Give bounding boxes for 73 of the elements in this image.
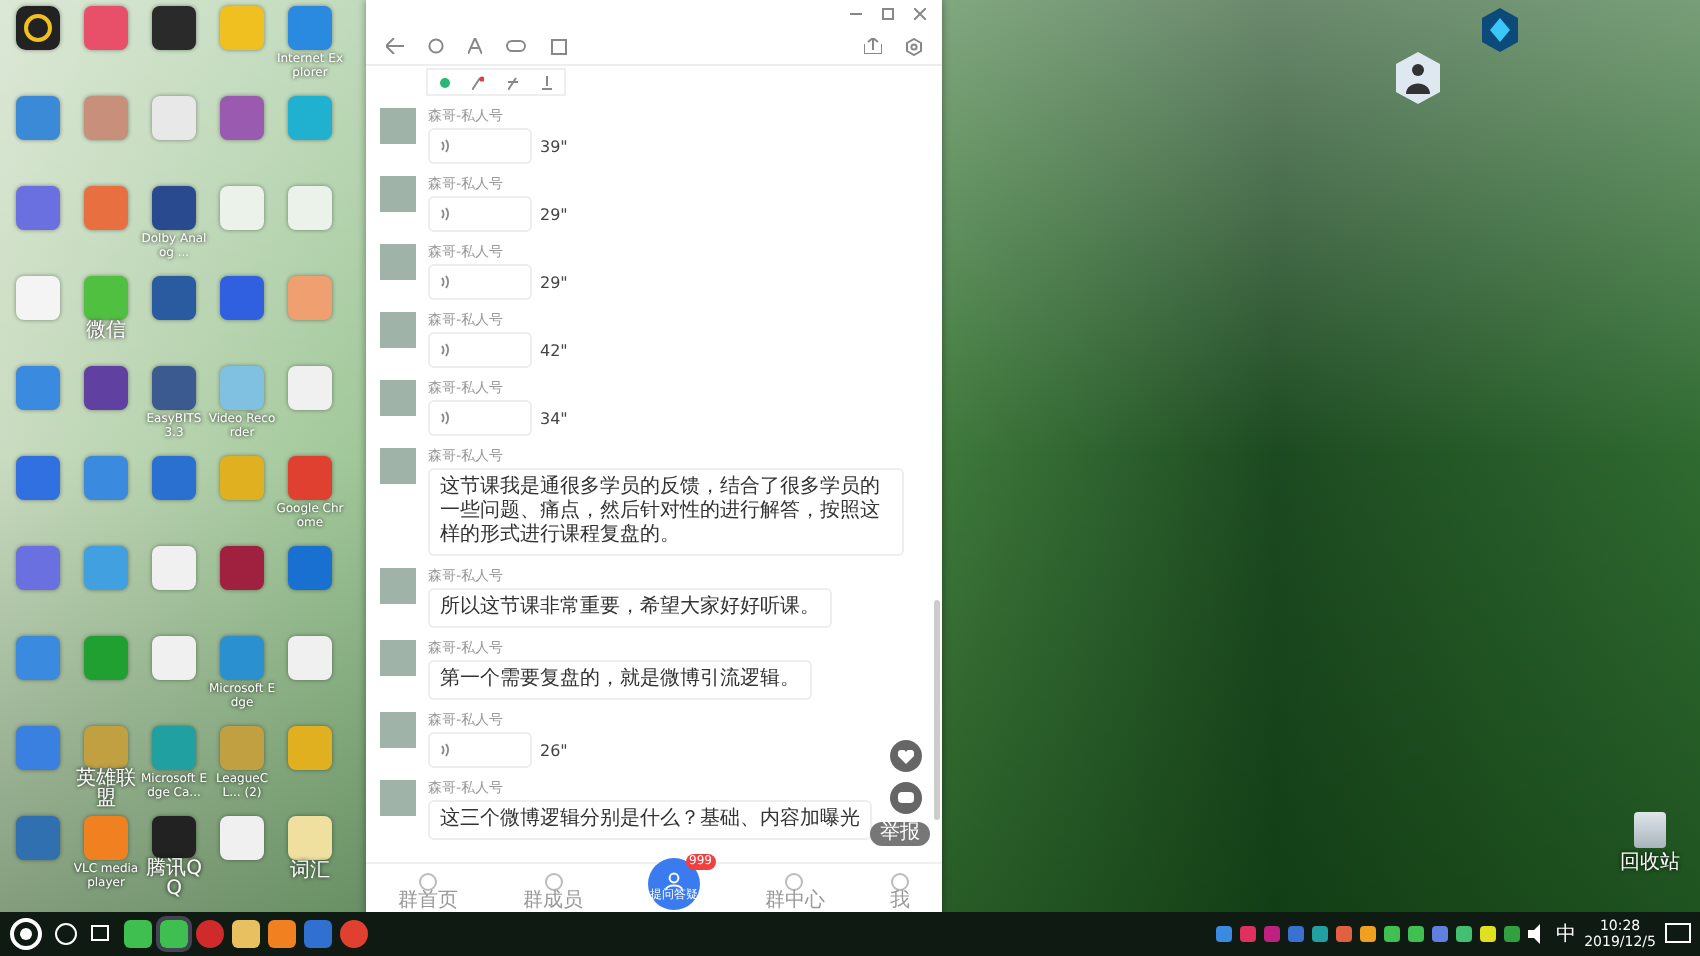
avatar-placeholder	[380, 244, 416, 280]
recycle-bin-icon[interactable]	[1634, 812, 1666, 848]
avatar-placeholder	[380, 108, 416, 144]
message-bubble: 第一个需要复盘的，就是微博引流逻辑。	[428, 660, 812, 700]
app-icon[interactable]	[220, 816, 264, 860]
voice-duration: 29"	[540, 205, 568, 223]
chat-app-icon[interactable]	[124, 920, 152, 948]
nav-tab[interactable]: 群成员	[523, 872, 584, 912]
search-icon[interactable]	[52, 920, 80, 948]
refresh-icon[interactable]	[428, 38, 444, 54]
nav-tab[interactable]: 我	[889, 872, 910, 912]
voice-icon	[440, 410, 452, 426]
avatar-placeholder	[380, 380, 416, 416]
voice-duration: 34"	[540, 409, 568, 427]
avatar-placeholder	[380, 780, 416, 816]
app-icon[interactable]	[288, 816, 332, 860]
heart-icon	[898, 749, 914, 763]
dot-icon[interactable]	[439, 77, 450, 87]
icon-label: 英雄联盟	[74, 770, 138, 810]
avatar-placeholder	[380, 448, 416, 484]
app-icon[interactable]	[152, 276, 196, 320]
hexagon-app-icon[interactable]	[1480, 8, 1520, 52]
report-button[interactable]: 举报	[870, 822, 930, 846]
record-icon[interactable]	[196, 920, 224, 948]
input-method-indicator[interactable]: 中	[1556, 920, 1577, 948]
app-icon[interactable]	[152, 816, 196, 858]
icon-label: 微信	[84, 322, 128, 342]
circle-icon	[784, 872, 805, 892]
app-icon[interactable]	[84, 366, 128, 410]
voice-duration: 42"	[540, 341, 568, 359]
close-icon[interactable]	[914, 8, 926, 20]
minimize-icon[interactable]	[850, 8, 862, 20]
settings-icon[interactable]	[906, 37, 922, 55]
voice-icon	[440, 138, 452, 154]
nav-tab[interactable]: 群中心	[764, 872, 825, 912]
back-icon[interactable]	[386, 38, 404, 54]
avatar-placeholder	[380, 176, 416, 212]
start-icon[interactable]	[8, 916, 44, 952]
nav-tab[interactable]: 群首页	[398, 872, 459, 912]
heart-button[interactable]	[890, 740, 922, 772]
avatar-placeholder	[380, 312, 416, 348]
maximize-icon[interactable]	[882, 8, 894, 20]
person-icon	[663, 872, 684, 890]
font-icon[interactable]	[468, 38, 482, 54]
comment-button[interactable]	[890, 782, 922, 814]
app-icon[interactable]	[152, 186, 196, 230]
message-bubble: 这节课我是通很多学员的反馈，结合了很多学员的一些问题、痛点，然后针对性的进行解答，按照这样的形式进行课程复盘的。	[428, 468, 904, 556]
icon-label: 回收站	[1620, 849, 1680, 876]
voice-icon	[440, 206, 452, 222]
comment-icon	[898, 791, 914, 805]
message-bubble: 这三个微博逻辑分别是什么？基础、内容加曝光	[428, 800, 872, 840]
circle-icon	[418, 872, 439, 892]
icon-label: 词汇	[288, 862, 332, 882]
icon-label: 腾讯QQ	[144, 860, 204, 900]
voice-duration: 39"	[540, 137, 568, 155]
voice-duration: 26"	[540, 741, 568, 759]
avatar-placeholder	[380, 640, 416, 676]
share-icon[interactable]	[864, 38, 882, 54]
voice-icon	[440, 342, 452, 358]
chat-app-icon[interactable]	[160, 920, 188, 948]
camera-app-icon[interactable]	[16, 6, 60, 50]
circle-icon	[889, 872, 910, 892]
message-bubble: 所以这节课非常重要，希望大家好好听课。	[428, 588, 832, 628]
app-icon[interactable]	[152, 6, 196, 50]
voice-icon	[440, 742, 452, 758]
avatar-placeholder	[380, 568, 416, 604]
circle-icon	[543, 872, 564, 892]
voice-duration: 29"	[540, 273, 568, 291]
voice-icon	[440, 274, 452, 290]
person-hexagon-icon[interactable]	[1394, 52, 1442, 104]
app-icon[interactable]	[304, 920, 332, 948]
avatar-placeholder	[380, 712, 416, 748]
app-icon[interactable]	[152, 366, 196, 410]
